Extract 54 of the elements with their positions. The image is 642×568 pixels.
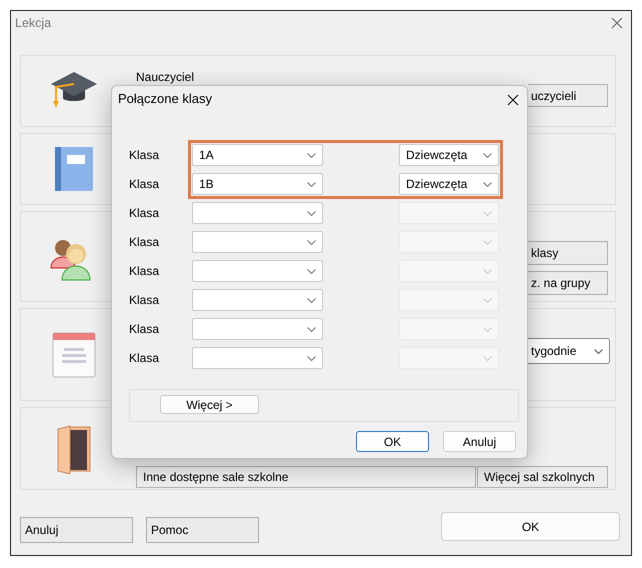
button[interactable]: Więcej sal szkolnych	[477, 466, 608, 488]
chevron-down-icon	[483, 153, 492, 158]
dropdown[interactable]: Dziewczęta	[399, 144, 499, 166]
chevron-down-icon	[483, 327, 492, 332]
dropdown[interactable]	[192, 347, 323, 369]
chevron-down-icon	[483, 182, 492, 188]
chevron-down-icon	[483, 356, 492, 362]
chevron-down-icon	[307, 356, 316, 362]
window-title: Lekcja	[15, 14, 52, 32]
chevron-down-icon	[483, 240, 492, 246]
field-label: Klasa	[129, 205, 160, 222]
dropdown[interactable]: tygodnie	[528, 338, 610, 364]
ok-button[interactable]: OK	[441, 512, 620, 541]
chevron-down-icon	[307, 153, 316, 158]
chevron-down-icon	[307, 240, 316, 246]
chevron-down-icon	[307, 298, 316, 304]
dropdown[interactable]: 1A	[192, 144, 323, 166]
button[interactable]: uczycieli	[528, 84, 608, 107]
chevron-down-icon	[483, 269, 492, 274]
field-label: Klasa	[129, 234, 160, 251]
button[interactable]: Pomoc	[146, 517, 259, 543]
field-label: Klasa	[129, 147, 160, 164]
field-label: Klasa	[129, 321, 160, 338]
field-label: Klasa	[129, 292, 160, 309]
dialog-title: Połączone klasy	[118, 90, 212, 108]
field-label: Klasa	[129, 350, 160, 367]
dropdown[interactable]: Dziewczęta	[399, 173, 499, 195]
chevron-down-icon	[307, 327, 316, 332]
chevron-down-icon	[483, 298, 492, 304]
more-button[interactable]: Więcej >	[160, 395, 259, 414]
close-icon[interactable]	[507, 94, 519, 106]
button[interactable]: Anuluj	[20, 517, 133, 543]
field-label: Klasa	[129, 263, 160, 280]
dropdown[interactable]	[192, 289, 323, 311]
calendar-icon	[52, 332, 96, 378]
chevron-down-icon	[307, 182, 316, 188]
chevron-down-icon	[483, 211, 492, 216]
button[interactable]: Anuluj	[443, 431, 516, 452]
text-field[interactable]: Inne dostępne sale szkolne	[136, 466, 476, 488]
chevron-down-icon	[307, 269, 316, 274]
chevron-down-icon	[307, 211, 316, 216]
dropdown[interactable]	[192, 260, 323, 282]
button[interactable]: z. na grupy	[528, 271, 608, 295]
door-icon	[56, 424, 92, 474]
field-label: Nauczyciel	[136, 69, 194, 86]
field-label: Klasa	[129, 176, 160, 193]
dropdown[interactable]	[192, 231, 323, 253]
chevron-down-icon	[594, 349, 603, 354]
dropdown[interactable]: 1B	[192, 173, 323, 195]
button[interactable]: klasy	[528, 241, 608, 265]
button[interactable]: OK	[356, 431, 429, 452]
dropdown[interactable]	[192, 202, 323, 224]
dropdown[interactable]	[192, 318, 323, 340]
book-icon	[54, 146, 94, 192]
